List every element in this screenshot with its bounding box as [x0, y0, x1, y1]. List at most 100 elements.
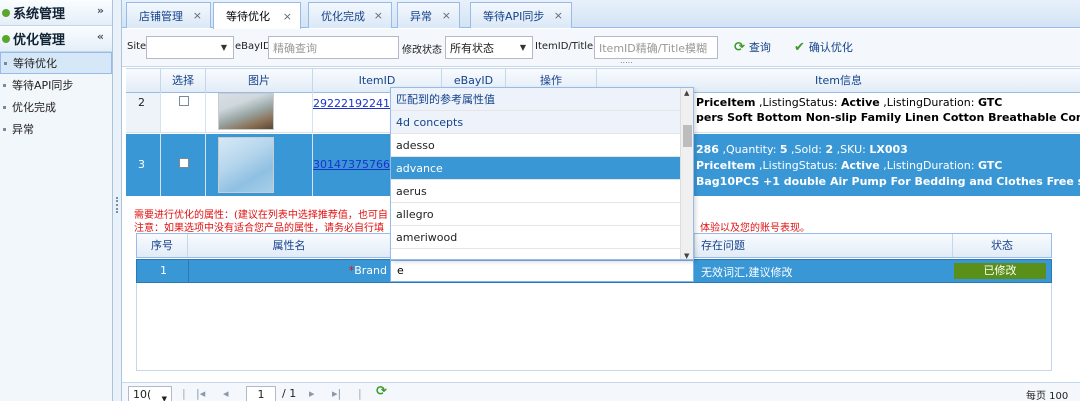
item-info-status: PriceItem ,ListingStatus: Active ,Listin…	[696, 96, 1002, 109]
sidebar-group-label: 优化管理	[13, 33, 66, 48]
group-dot-icon	[2, 8, 10, 17]
bullet-icon	[4, 61, 7, 65]
dropdown-option[interactable]: allegro	[391, 203, 693, 226]
ebayid-label: eBayID	[235, 41, 271, 52]
sidebar-item-label: 异常	[12, 123, 34, 136]
ebayid-placeholder: 精确查询	[273, 41, 317, 55]
listing-status-label: ,ListingStatus:	[755, 159, 842, 172]
next-page-icon[interactable]: ▸	[309, 387, 315, 400]
group-dot-icon	[2, 34, 10, 43]
page-size-info: 每页 100 条	[1026, 391, 1069, 401]
attention-hint-tail: 体验以及您的账号表现。	[700, 223, 810, 234]
row-checkbox[interactable]	[179, 96, 189, 106]
dropdown-option[interactable]: 4d concepts	[391, 111, 693, 134]
tab-store-management[interactable]: 店铺管理 ×	[126, 2, 211, 28]
sidebar-item-label: 等待API同步	[12, 79, 74, 92]
itemid-title-input[interactable]: ItemID精确/Title模糊	[594, 36, 718, 59]
bullet-icon	[3, 127, 6, 131]
first-page-icon[interactable]: |◂	[196, 387, 205, 400]
status-badge: 已修改	[954, 263, 1046, 279]
dropdown-header: 匹配到的参考属性值	[391, 88, 693, 111]
select-cell	[161, 93, 206, 132]
status-select[interactable]: 所有状态 ▼	[445, 36, 533, 59]
scrollbar-thumb[interactable]	[683, 125, 692, 147]
quantity-label: ,Quantity:	[718, 143, 780, 156]
attribute-index: 1	[160, 264, 167, 277]
chevron-down-icon[interactable]: ▼	[221, 43, 227, 52]
close-icon[interactable]: ×	[374, 9, 383, 22]
page-size-select[interactable]: 10( ▼	[128, 386, 172, 401]
query-button[interactable]: ⟳ 查询	[734, 39, 771, 55]
dropdown-scrollbar[interactable]: ▲ ▼	[680, 88, 693, 259]
price-value: 286	[696, 143, 719, 156]
column-header-status[interactable]: 状态	[953, 234, 1051, 257]
close-icon[interactable]: ×	[554, 9, 563, 22]
dropdown-option[interactable]: aerus	[391, 180, 693, 203]
dropdown-option[interactable]: adesso	[391, 134, 693, 157]
tab-label: 店铺管理	[139, 9, 183, 23]
price-item-label: PriceItem	[696, 96, 756, 109]
chevron-down-icon[interactable]: ▼	[520, 43, 526, 52]
tab-optimized[interactable]: 优化完成 ×	[308, 2, 392, 28]
sidebar-item-pending-optimization[interactable]: 等待优化	[0, 52, 112, 74]
chevron-down-icon[interactable]: ▼	[162, 391, 167, 401]
scroll-down-icon[interactable]: ▼	[684, 252, 689, 259]
attribute-name: *Brand	[349, 264, 387, 277]
sidebar-item-exception[interactable]: 异常	[0, 118, 112, 140]
pagination-bar: 10( ▼ | |◂ ◂ 1 / 1 ▸ ▸| | ⟳ 每页 100 条	[122, 382, 1080, 401]
expand-icon[interactable]: »	[97, 4, 104, 17]
listing-duration-value: GTC	[977, 159, 1003, 172]
close-icon[interactable]: ×	[193, 9, 202, 22]
tab-label: 异常	[410, 9, 432, 23]
itemid-placeholder: ItemID精确/Title模糊	[599, 41, 708, 55]
row-checkbox[interactable]	[179, 158, 189, 168]
sku-label: ,SKU:	[833, 143, 870, 156]
tab-label: 等待优化	[226, 10, 270, 23]
sidebar-item-pending-api-sync[interactable]: 等待API同步	[0, 74, 112, 96]
attr-name-cell: *Brand	[188, 260, 391, 282]
refresh-icon[interactable]: ⟳	[376, 384, 387, 399]
confirm-optimize-button[interactable]: ✔ 确认优化	[794, 39, 853, 55]
row-number: 2	[138, 96, 145, 109]
brand-value-input[interactable]: e	[390, 260, 694, 282]
page-number-input[interactable]: 1	[246, 386, 276, 401]
sidebar-item-optimized[interactable]: 优化完成	[0, 96, 112, 118]
tab-pending-api-sync[interactable]: 等待API同步 ×	[470, 2, 572, 28]
itemid-link[interactable]: 301473757660	[313, 158, 397, 171]
listing-duration-label: ,ListingDuration:	[879, 96, 978, 109]
sidebar-group-optimization[interactable]: 优化管理 «	[0, 26, 112, 52]
product-thumbnail[interactable]	[218, 137, 274, 193]
close-icon[interactable]: ×	[442, 9, 451, 22]
column-header-image[interactable]: 图片	[206, 69, 313, 93]
column-header-issue[interactable]: 存在问题	[695, 234, 953, 257]
confirm-label: 确认优化	[808, 41, 853, 54]
sold-label: ,Sold:	[787, 143, 826, 156]
column-header-select[interactable]: 选择	[161, 69, 206, 93]
site-select[interactable]: ▼	[146, 36, 234, 59]
itemid-link[interactable]: 292221922418	[313, 97, 397, 110]
close-icon[interactable]: ×	[283, 10, 292, 23]
last-page-icon[interactable]: ▸|	[332, 387, 341, 400]
product-thumbnail[interactable]	[218, 93, 274, 130]
attribute-grid-body	[136, 283, 1052, 371]
checkmark-icon: ✔	[794, 39, 805, 55]
splitter-grip-icon[interactable]	[116, 197, 118, 213]
sidebar: 系统管理 » 优化管理 « 等待优化 等待API同步 优化完成 异常	[0, 0, 113, 401]
dropdown-option[interactable]: ameriwood	[391, 226, 693, 249]
row-number: 3	[138, 158, 145, 171]
bullet-icon	[3, 83, 6, 87]
dropdown-option-selected[interactable]: advance	[391, 157, 693, 180]
prev-page-icon[interactable]: ◂	[223, 387, 229, 400]
toolbar-collapse-handle[interactable]: .....	[620, 56, 633, 65]
status-label: 修改状态	[402, 45, 442, 56]
image-cell	[206, 134, 313, 196]
column-header-attr-name[interactable]: 属性名	[188, 234, 391, 257]
column-header-index[interactable]: 序号	[137, 234, 188, 257]
sidebar-group-system[interactable]: 系统管理 »	[0, 0, 112, 26]
tab-pending-optimization[interactable]: 等待优化 ×	[213, 2, 301, 29]
collapse-icon[interactable]: «	[97, 30, 104, 43]
tab-exception[interactable]: 异常 ×	[397, 2, 460, 28]
ebayid-input[interactable]: 精确查询	[268, 36, 399, 59]
scroll-up-icon[interactable]: ▲	[684, 89, 689, 97]
sidebar-splitter[interactable]	[113, 0, 122, 401]
